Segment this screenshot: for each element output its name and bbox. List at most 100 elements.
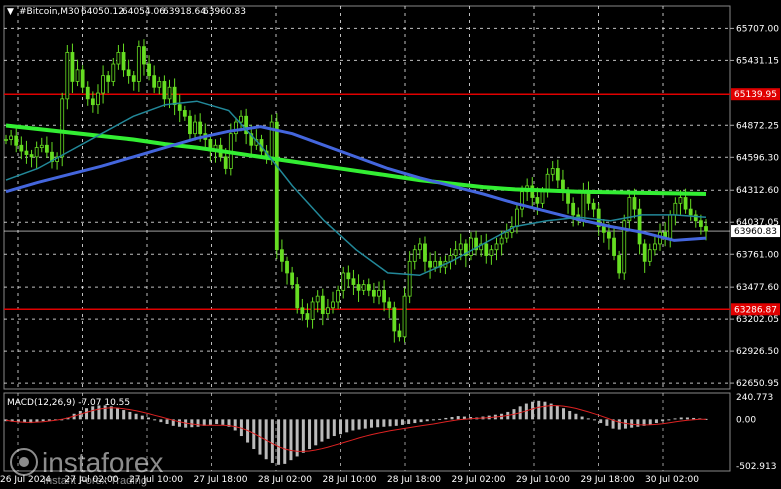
macd-bar (444, 417, 448, 420)
candle-body (591, 202, 596, 210)
candle-body (571, 202, 576, 216)
candle-body (632, 197, 637, 210)
candle-body (484, 243, 489, 256)
candle-body (458, 243, 463, 251)
x-tick-label: 28 Jul 18:00 (387, 475, 441, 485)
macd-bar (351, 419, 355, 431)
chart-title: #Bitcoin,M30 (19, 7, 80, 17)
macd-bar (91, 406, 95, 420)
candle-body (423, 243, 427, 262)
candle-body (366, 284, 371, 291)
candle-body (489, 249, 494, 256)
candle-body (688, 208, 693, 216)
candle-body (607, 231, 611, 239)
x-tick-label: 29 Jul 02:00 (452, 475, 506, 485)
candle-body (136, 46, 141, 82)
candle-body (371, 289, 376, 297)
macd-bar (153, 419, 157, 421)
candle-body (315, 295, 320, 303)
macd-bar (661, 419, 665, 422)
y-tick-label: 64596.30 (736, 153, 779, 163)
candle-body (494, 243, 499, 251)
macd-bar (369, 419, 373, 428)
candle-body (101, 75, 105, 94)
candle-body (673, 202, 678, 216)
candle-body (182, 110, 187, 117)
candle-body (377, 289, 381, 297)
x-tick-label: 29 Jul 10:00 (516, 475, 570, 485)
macd-bar (128, 411, 132, 420)
macd-bar (599, 419, 603, 424)
candle-body (24, 150, 29, 155)
macd-bar (425, 419, 429, 422)
macd-bar (283, 419, 287, 464)
macd-bar (654, 419, 658, 424)
macd-bar (196, 419, 200, 427)
candle-body (96, 92, 100, 106)
macd-bar (116, 408, 120, 420)
candle-body (85, 86, 90, 100)
macd-bar (326, 419, 330, 439)
candle-body (131, 75, 136, 82)
chart-menu-icon[interactable]: ▼ (7, 7, 14, 17)
macd-bar (277, 419, 281, 465)
y-tick-label: 64312.60 (736, 186, 779, 196)
candle-body (351, 278, 356, 285)
x-tick-label: 27 Jul 18:00 (194, 475, 248, 485)
candle-body (535, 197, 540, 204)
macd-bar (456, 416, 460, 420)
candle-body (80, 69, 85, 88)
candle-body (29, 154, 34, 158)
level-label: 63960.83 (734, 227, 777, 237)
macd-bar (208, 419, 212, 425)
candle-body (300, 307, 305, 314)
candle-body (305, 313, 310, 320)
candle-body (111, 63, 116, 82)
candle-body (417, 243, 422, 251)
candle-body (188, 115, 192, 135)
candle-body (678, 197, 683, 204)
candle-body (162, 81, 167, 100)
candle-body (361, 284, 366, 291)
candle-body (555, 168, 560, 181)
macd-y-tick-label: 240.773 (736, 393, 773, 403)
macd-bar (357, 419, 361, 430)
candle-body (668, 214, 673, 239)
macd-bar (109, 406, 113, 420)
macd-bar (574, 413, 578, 420)
y-tick-label: 64037.05 (736, 218, 779, 228)
candle-body (550, 168, 555, 175)
candle-body (44, 144, 49, 153)
candle-body (601, 226, 606, 233)
macd-bar (233, 419, 237, 431)
candle-body (566, 191, 570, 204)
candle-body (407, 260, 412, 297)
macd-bar (562, 408, 566, 420)
y-tick-label: 63477.60 (736, 283, 779, 293)
macd-bar (543, 401, 547, 420)
candle-body (346, 272, 351, 280)
candle-body (152, 75, 157, 88)
macd-bar (308, 419, 312, 450)
x-tick-label: 30 Jul 02:00 (645, 475, 699, 485)
candle-body (142, 46, 146, 65)
candle-body (147, 63, 151, 77)
macd-bar (159, 419, 163, 423)
candle-body (320, 295, 325, 314)
macd-y-tick-label: -502.913 (736, 462, 776, 472)
macd-bar (41, 419, 45, 422)
ohlc-low: 63918.64 (163, 7, 206, 17)
macd-bar (78, 410, 82, 420)
candle-body (637, 208, 642, 245)
level-label: 65139.95 (734, 90, 777, 100)
macd-bar (431, 419, 435, 421)
macd-bar (134, 413, 138, 420)
candle-body (617, 255, 622, 274)
level-label: 63286.87 (734, 305, 777, 315)
macd-bar (177, 419, 181, 427)
macd-bar (537, 400, 541, 420)
macd-bar (636, 419, 640, 427)
logo-tagline: Instant Forex Trading (43, 475, 147, 487)
macd-bar (140, 415, 144, 420)
ohlc-open: 64050.12 (81, 7, 124, 17)
